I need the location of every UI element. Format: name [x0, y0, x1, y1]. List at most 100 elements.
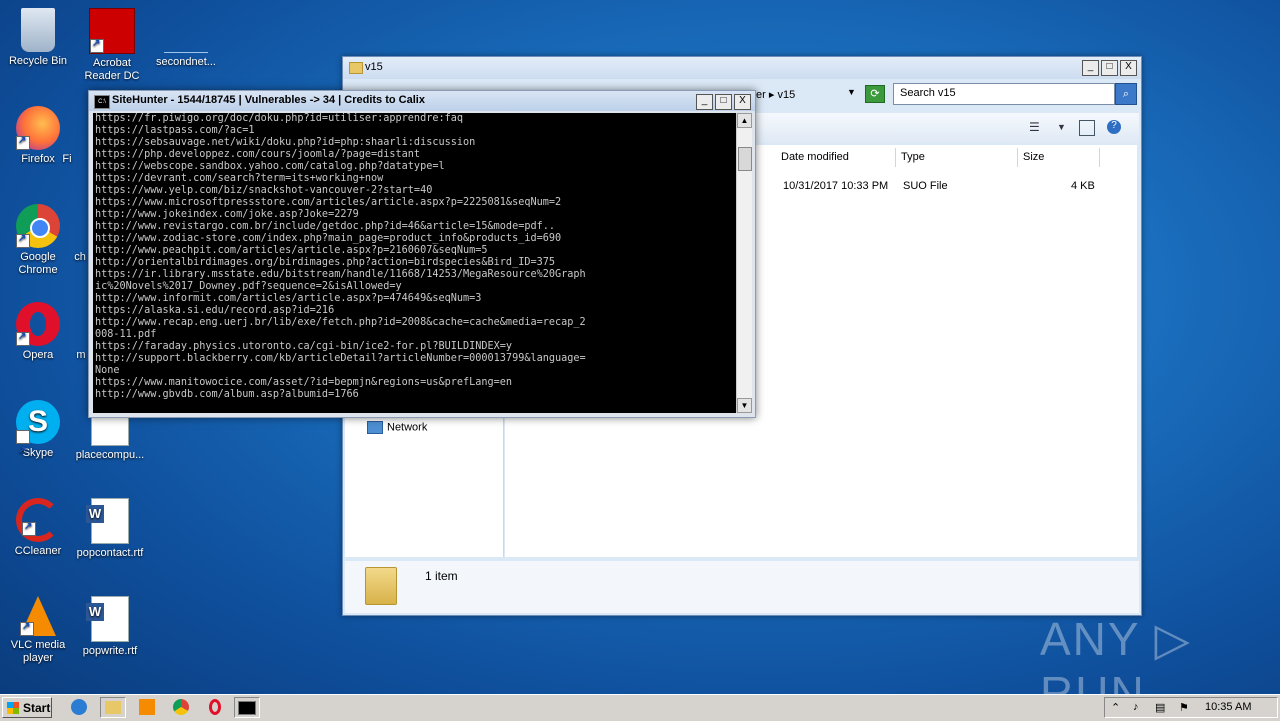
shortcut-arrow-icon [16, 429, 30, 473]
folder-icon [365, 567, 397, 605]
console-window[interactable]: C:\ SiteHunter - 1544/18745 | Vulnerable… [88, 90, 756, 418]
console-titlebar[interactable]: C:\ SiteHunter - 1544/18745 | Vulnerable… [89, 91, 755, 111]
scroll-thumb[interactable] [738, 147, 752, 171]
taskbar-console-icon[interactable] [234, 697, 260, 718]
desktop-icon-partial-fi[interactable]: Fi [42, 106, 92, 166]
search-input[interactable]: Search v15 [893, 83, 1115, 105]
console-line: https://devrant.com/search?term=its+work… [95, 173, 384, 184]
console-line: http://support.blackberry.com/kb/article… [95, 353, 586, 364]
address-dropdown-icon[interactable]: ▼ [847, 87, 856, 97]
recycle-bin-icon [21, 8, 55, 52]
system-tray: ⌃ ♪ ▤ ⚑ 10:35 AM [1104, 697, 1278, 718]
search-icon[interactable]: ⌕ [1115, 83, 1137, 105]
desktop-icon-skype[interactable]: S Skype [0, 400, 76, 473]
console-line: None [95, 365, 120, 376]
console-line: https://alaska.si.edu/record.asp?id=216 [95, 305, 335, 316]
file-date[interactable]: 10/31/2017 10:33 PM [783, 180, 888, 192]
refresh-icon[interactable]: ⟳ [865, 85, 885, 103]
network-tray-icon[interactable]: ▤ [1155, 701, 1165, 714]
start-label: Start [23, 701, 51, 715]
search-placeholder: Search v15 [900, 87, 956, 99]
console-line: http://www.peachpit.com/articles/article… [95, 245, 488, 256]
folder-icon [349, 62, 363, 74]
desktop-icon-label: popwrite.rtf [82, 645, 138, 657]
taskbar-media-player-icon[interactable] [134, 697, 160, 718]
console-line: http://www.jokeindex.com/joke.asp?Joke=2… [95, 209, 359, 220]
desktop-icon-vlc[interactable]: VLC media player [0, 596, 76, 665]
column-header-date[interactable]: Date modified [777, 148, 896, 167]
taskbar-explorer-icon[interactable] [100, 697, 126, 718]
word-document-icon: W [86, 498, 129, 544]
column-header-size[interactable]: Size [1019, 148, 1100, 167]
desktop-icon-ccleaner[interactable]: CCleaner [0, 498, 76, 558]
console-line: http://www.recap.eng.uerj.br/lib/exe/fet… [95, 317, 586, 328]
nav-item-network[interactable]: Network [367, 421, 427, 434]
minimize-button[interactable]: _ [696, 94, 713, 110]
console-output[interactable]: https://fr.piwigo.org/doc/doku.php?id=ut… [93, 113, 736, 413]
desktop-icon-label: Acrobat Reader DC [84, 57, 140, 82]
desktop-icon-label: popcontact.rtf [76, 547, 144, 559]
console-line: https://www.manitowocice.com/asset/?id=b… [95, 377, 513, 388]
maximize-button[interactable]: □ [1101, 60, 1118, 76]
desktop-icon-popwrite[interactable]: W popwrite.rtf [72, 596, 148, 658]
column-header-type[interactable]: Type [897, 148, 1018, 167]
console-line: https://ir.library.msstate.edu/bitstream… [95, 269, 586, 280]
acrobat-icon [89, 8, 135, 54]
clock[interactable]: 10:35 AM [1205, 701, 1251, 713]
console-line: http://www.revistargo.com.br/include/get… [95, 221, 556, 232]
help-icon[interactable]: ? [1107, 120, 1121, 134]
taskbar-ie-icon[interactable] [66, 697, 92, 718]
word-document-icon: W [86, 596, 129, 642]
preview-pane-icon[interactable] [1079, 120, 1095, 136]
taskbar-opera-icon[interactable] [202, 697, 228, 718]
close-button[interactable]: X [734, 94, 751, 110]
file-type[interactable]: SUO File [903, 180, 948, 192]
console-line: https://php.developpez.com/cours/joomla/… [95, 149, 421, 160]
desktop-icon-label: CCleaner [14, 545, 62, 557]
shortcut-arrow-icon [16, 331, 30, 346]
details-pane: 1 item [345, 561, 1139, 613]
console-line: https://fr.piwigo.org/doc/doku.php?id=ut… [95, 113, 464, 124]
network-icon [367, 421, 383, 434]
taskbar-chrome-icon[interactable] [168, 697, 194, 718]
ccleaner-icon [16, 498, 60, 542]
vlc-icon [20, 596, 56, 636]
desktop-icon-acrobat[interactable]: Acrobat Reader DC [74, 8, 150, 83]
windows-logo-icon [7, 702, 19, 714]
console-line: https://faraday.physics.utoronto.ca/cgi-… [95, 341, 513, 352]
console-line: https://www.microsoftpressstore.com/arti… [95, 197, 562, 208]
explorer-title: v15 [365, 61, 383, 73]
shortcut-arrow-icon [20, 621, 34, 636]
console-line: https://lastpass.com/?ac=1 [95, 125, 255, 136]
explorer-titlebar[interactable]: v15 _ □ X [343, 57, 1141, 79]
console-line: http://www.gbvdb.com/album.asp?albumid=1… [95, 389, 359, 400]
volume-icon[interactable]: ♪ [1133, 701, 1139, 713]
console-line: http://www.zodiac-store.com/index.php?ma… [95, 233, 562, 244]
taskbar: Start ⌃ ♪ ▤ ⚑ 10:35 AM [0, 694, 1280, 721]
shortcut-arrow-icon [22, 521, 36, 536]
minimize-button[interactable]: _ [1082, 60, 1099, 76]
action-center-flag-icon[interactable]: ⚑ [1179, 701, 1189, 714]
show-hidden-icons-icon[interactable]: ⌃ [1111, 701, 1120, 714]
console-line: http://www.informit.com/articles/article… [95, 293, 482, 304]
console-line: ic%20Novels%2017_Downey.pdf?sequence=2&i… [95, 281, 402, 292]
address-path[interactable]: ter ▸ v15 [753, 88, 795, 101]
desktop-icon-label: placecompu... [75, 449, 145, 461]
chevron-down-icon[interactable]: ▼ [1057, 122, 1066, 136]
file-size[interactable]: 4 KB [1071, 180, 1095, 192]
close-button[interactable]: X [1120, 60, 1137, 76]
console-scrollbar[interactable]: ▲ ▼ [736, 113, 752, 413]
console-line: https://sebsauvage.net/wiki/doku.php?id=… [95, 137, 476, 148]
start-button[interactable]: Start [2, 697, 52, 718]
view-options-icon[interactable]: ☰ [1029, 120, 1040, 134]
console-line: 008-11.pdf [95, 329, 157, 340]
desktop-icon-popcontact[interactable]: W popcontact.rtf [72, 498, 148, 560]
maximize-button[interactable]: □ [715, 94, 732, 110]
desktop-icon-secondnet[interactable]: secondnet... [148, 8, 224, 69]
console-line: https://webscope.sandbox.yahoo.com/catal… [95, 161, 445, 172]
console-line: http://orientalbirdimages.org/birdimages… [95, 257, 556, 268]
scroll-up-icon[interactable]: ▲ [737, 113, 752, 128]
console-icon: C:\ [94, 95, 110, 109]
scroll-down-icon[interactable]: ▼ [737, 398, 752, 413]
desktop-icon-recycle-bin[interactable]: Recycle Bin [0, 8, 76, 68]
